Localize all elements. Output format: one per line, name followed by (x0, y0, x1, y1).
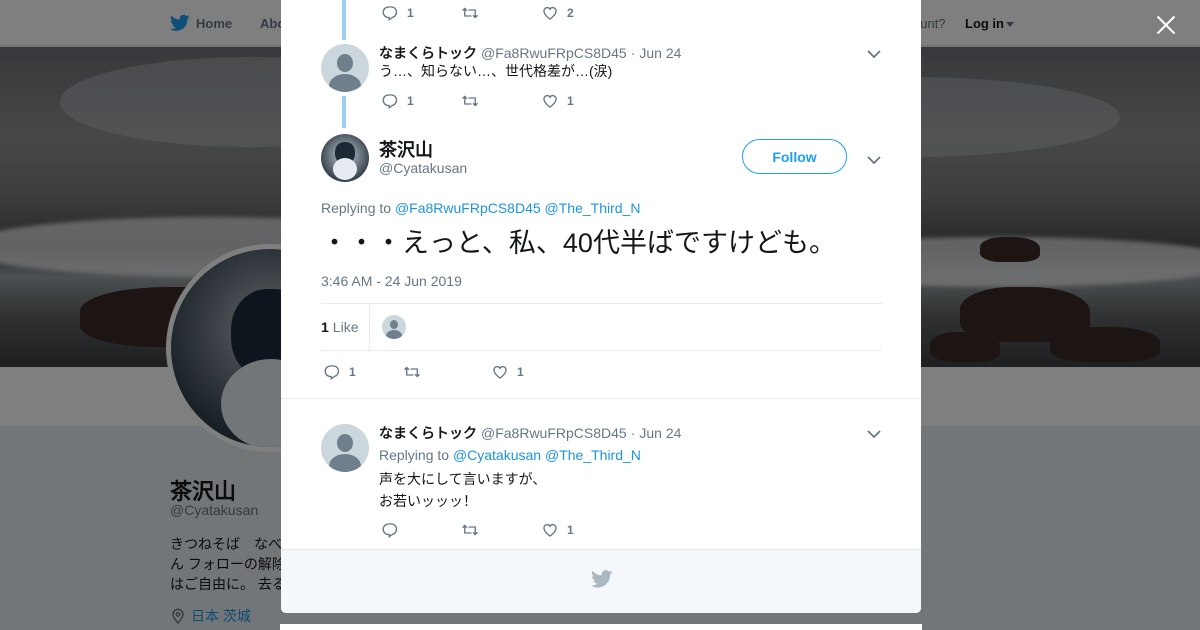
reply-button[interactable]: 1 (323, 363, 403, 381)
like-button[interactable]: 1 (541, 92, 621, 110)
main-avatar[interactable] (321, 134, 369, 182)
tweet-text-line: お若いッッッ！ (379, 493, 477, 509)
avatar[interactable] (321, 424, 369, 472)
reply-icon (324, 365, 340, 381)
like-button[interactable]: 2 (541, 4, 621, 22)
author-handle[interactable]: @Fa8RwuFRpCS8D45 (481, 425, 627, 441)
likes-count: 1 (321, 319, 329, 335)
reply-icon (382, 6, 398, 22)
mention-link[interactable]: @Fa8RwuFRpCS8D45 (395, 200, 541, 216)
retweet-icon (462, 7, 478, 19)
author-handle[interactable]: @Fa8RwuFRpCS8D45 (481, 45, 627, 61)
modal-footer (281, 549, 921, 613)
retweet-button[interactable] (461, 4, 541, 22)
mention-link[interactable]: @The_Third_N (545, 200, 641, 216)
chevron-down-icon[interactable] (867, 426, 881, 439)
chevron-down-icon[interactable] (867, 46, 881, 59)
like-count: 1 (567, 523, 574, 537)
tweet-actions: 1 1 (381, 92, 621, 110)
separator-dot: · (630, 45, 636, 61)
likes-label: Like (332, 319, 359, 335)
chevron-down-icon[interactable] (867, 152, 881, 165)
tweet-text: 声を大にして言いますが、 お若いッッッ！ (379, 468, 546, 512)
tweet-timestamp[interactable]: 3:46 AM - 24 Jun 2019 (321, 273, 462, 289)
reply-count: 1 (407, 6, 414, 20)
heart-icon (543, 7, 557, 20)
tweet-text: う…、知らない…、世代格差が…(涙) (379, 63, 613, 79)
main-tweet-actions: 1 1 (323, 363, 571, 381)
retweet-icon (404, 366, 420, 378)
like-count: 1 (567, 94, 574, 108)
reply-count: 1 (349, 365, 356, 379)
heart-icon (543, 524, 557, 537)
retweet-button[interactable] (461, 92, 541, 110)
mention-link[interactable]: @Cyatakusan (453, 447, 541, 463)
likes-stat[interactable]: 1 Like (321, 319, 358, 335)
reply-tweet[interactable]: なまくらトック @Fa8RwuFRpCS8D45 · Jun 24 Replyi… (321, 424, 886, 548)
separator-dot: · (630, 425, 636, 441)
tweet-date[interactable]: Jun 24 (639, 45, 681, 61)
follow-button[interactable]: Follow (742, 139, 847, 174)
reply-button[interactable]: 1 (381, 92, 461, 110)
like-button[interactable]: 1 (541, 521, 621, 539)
retweet-button[interactable] (461, 521, 541, 539)
heart-icon (543, 95, 557, 108)
tweet-text-line: 声を大にして言いますが、 (379, 471, 547, 487)
replying-to: Replying to @Cyatakusan @The_Third_N (379, 447, 641, 463)
divider (281, 398, 921, 399)
main-author-name[interactable]: 茶沢山 (379, 136, 433, 162)
close-icon[interactable] (1155, 14, 1177, 36)
stats-divider (369, 304, 370, 350)
replying-to: Replying to @Fa8RwuFRpCS8D45 @The_Third_… (321, 200, 640, 216)
main-author-handle[interactable]: @Cyatakusan (379, 160, 467, 176)
thread-line (342, 0, 346, 40)
like-count: 1 (517, 365, 524, 379)
tweet-actions: 1 (381, 521, 621, 539)
tweet-actions-prev: 1 2 (381, 4, 621, 22)
mention-link[interactable]: @The_Third_N (545, 447, 641, 463)
tweet-modal: 1 2 なまくらトック @Fa8RwuFRpCS8D45 · Jun 24 う…… (281, 0, 921, 613)
reply-button[interactable]: 1 (381, 4, 461, 22)
replying-prefix: Replying to (379, 447, 450, 463)
reply-count: 1 (407, 94, 414, 108)
liker-avatar[interactable] (382, 315, 406, 339)
heart-icon (493, 366, 507, 379)
tweet-date[interactable]: Jun 24 (639, 425, 681, 441)
author-name[interactable]: なまくらトック (379, 423, 477, 443)
like-count: 2 (567, 6, 574, 20)
reply-icon (382, 523, 398, 539)
retweet-button[interactable] (403, 363, 491, 381)
next-card-edge (280, 624, 922, 630)
like-button[interactable]: 1 (491, 363, 571, 381)
reply-icon (382, 94, 398, 110)
thread-line (342, 96, 346, 128)
tweet-above[interactable]: なまくらトック @Fa8RwuFRpCS8D45 · Jun 24 う…、知らな… (321, 44, 886, 124)
tweet-stats: 1 Like (321, 303, 882, 351)
main-tweet-text: ・・・えっと、私、40代半ばですけども。 (321, 228, 836, 258)
retweet-icon (462, 524, 478, 536)
reply-button[interactable] (381, 521, 461, 539)
retweet-icon (462, 95, 478, 107)
replying-prefix: Replying to (321, 200, 392, 216)
avatar[interactable] (321, 44, 369, 92)
twitter-bird-icon (591, 570, 613, 588)
